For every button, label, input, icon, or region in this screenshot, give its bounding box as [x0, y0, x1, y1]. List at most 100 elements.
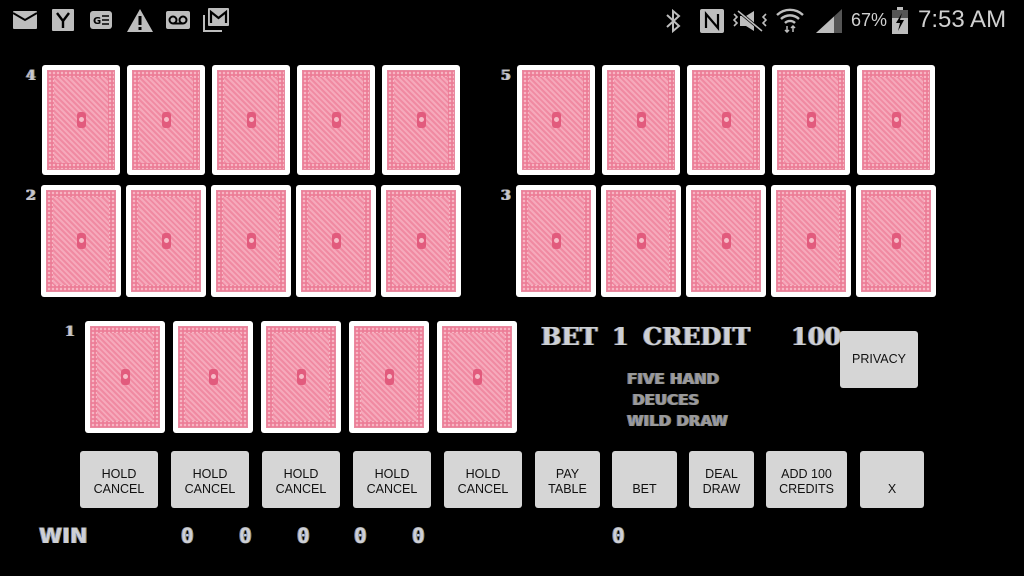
warning-icon: [127, 9, 153, 32]
card-emblem-icon: [296, 369, 306, 385]
card-back[interactable]: [772, 65, 850, 175]
card-emblem-icon: [384, 369, 394, 385]
card-emblem-icon: [120, 369, 130, 385]
card-back[interactable]: [127, 65, 205, 175]
bet-label: BET: [541, 322, 598, 351]
card-back[interactable]: [297, 65, 375, 175]
credit-label: CREDIT: [643, 322, 751, 351]
game-title-line-3: WILD DRAW: [627, 412, 728, 430]
card-emblem-icon: [636, 112, 646, 128]
button-label-line1: DEAL: [705, 466, 738, 481]
privacy-button-label: PRIVACY: [852, 352, 906, 366]
card-emblem-icon: [636, 233, 646, 249]
card-back[interactable]: [857, 65, 935, 175]
battery-percent: 67%: [851, 10, 888, 30]
button-label-line2: BET: [632, 481, 657, 496]
button-label-line2: CANCEL: [457, 481, 509, 496]
card-back[interactable]: [856, 185, 936, 297]
card-back[interactable]: [687, 65, 765, 175]
hold-cancel-button-4[interactable]: HOLD CANCEL: [353, 451, 431, 508]
bluetooth-icon: [666, 9, 681, 33]
button-label-line2: CANCEL: [184, 481, 236, 496]
hand-4-win: 0: [354, 524, 367, 548]
button-label-line2: CANCEL: [275, 481, 327, 496]
status-bar: G 67% 7:53 AM: [0, 0, 1024, 44]
bet-value: 1: [612, 322, 629, 351]
button-label-line2: CREDITS: [779, 481, 834, 496]
hold-cancel-button-1[interactable]: HOLD CANCEL: [80, 451, 158, 508]
privacy-button[interactable]: PRIVACY: [840, 331, 918, 388]
card-emblem-icon: [806, 233, 816, 249]
add-100-credits-button[interactable]: ADD 100 CREDITS: [766, 451, 847, 508]
card-back[interactable]: [517, 65, 595, 175]
game-title-line-1: FIVE HAND: [627, 370, 720, 388]
button-label-line1: HOLD: [101, 466, 137, 481]
deal-draw-button[interactable]: DEAL DRAW: [689, 451, 754, 508]
svg-text:G: G: [93, 16, 101, 27]
card-emblem-icon: [416, 112, 426, 128]
hand-2-win: 0: [239, 524, 252, 548]
nfc-icon: [700, 9, 724, 33]
card-back[interactable]: [381, 185, 461, 297]
wifi-icon: [776, 8, 804, 33]
card-back[interactable]: [686, 185, 766, 297]
hand-label-4: 4: [26, 68, 36, 84]
vibrate-mute-icon: [732, 9, 768, 33]
button-label-line2: CANCEL: [366, 481, 418, 496]
credit-value: 100: [791, 322, 842, 351]
card-emblem-icon: [472, 369, 482, 385]
card-back[interactable]: [261, 321, 341, 433]
hold-cancel-button-2[interactable]: HOLD CANCEL: [171, 451, 249, 508]
card-back[interactable]: [382, 65, 460, 175]
card-emblem-icon: [331, 112, 341, 128]
button-label-line1: ADD 100: [781, 466, 832, 481]
battery-charging-icon: [892, 7, 908, 34]
card-back[interactable]: [211, 185, 291, 297]
game-title: FIVE HAND DEUCES WILD DRAW: [627, 369, 728, 432]
hold-cancel-button-5[interactable]: HOLD CANCEL: [444, 451, 522, 508]
hand-label-3: 3: [501, 188, 511, 204]
win-label: WIN: [39, 524, 88, 548]
hold-cancel-button-3[interactable]: HOLD CANCEL: [262, 451, 340, 508]
card-emblem-icon: [246, 233, 256, 249]
yahoo-icon: [52, 9, 74, 31]
button-label-line1: PAY: [555, 466, 580, 481]
voicemail-icon: [166, 11, 190, 29]
card-back[interactable]: [296, 185, 376, 297]
card-back[interactable]: [771, 185, 851, 297]
button-label-line1: HOLD: [465, 466, 501, 481]
card-back[interactable]: [173, 321, 253, 433]
button-label-line2: X: [887, 481, 897, 496]
button-label-line1: HOLD: [374, 466, 410, 481]
card-back[interactable]: [41, 185, 121, 297]
button-label-line2: TABLE: [548, 481, 587, 496]
card-back[interactable]: [602, 65, 680, 175]
gmail-icon: [203, 8, 229, 32]
card-emblem-icon: [246, 112, 256, 128]
button-label-line2: CANCEL: [93, 481, 145, 496]
button-label-line1: HOLD: [192, 466, 228, 481]
card-emblem-icon: [161, 233, 171, 249]
card-emblem-icon: [806, 112, 816, 128]
card-emblem-icon: [551, 233, 561, 249]
hand-label-1: 1: [65, 324, 75, 340]
card-emblem-icon: [76, 233, 86, 249]
clock: 7:53 AM: [918, 6, 1007, 33]
bet-button[interactable]: BET: [612, 451, 677, 508]
card-back[interactable]: [437, 321, 517, 433]
card-back[interactable]: [349, 321, 429, 433]
card-emblem-icon: [891, 112, 901, 128]
card-back[interactable]: [601, 185, 681, 297]
hand-3-win: 0: [297, 524, 310, 548]
card-back[interactable]: [212, 65, 290, 175]
mail-icon: [13, 11, 37, 29]
pay-table-button[interactable]: PAY TABLE: [535, 451, 600, 508]
signal-icon: [816, 9, 842, 33]
card-back[interactable]: [42, 65, 120, 175]
card-back[interactable]: [126, 185, 206, 297]
game-title-line-2: DEUCES: [627, 391, 700, 409]
exit-button[interactable]: X: [860, 451, 924, 508]
card-back[interactable]: [516, 185, 596, 297]
card-back[interactable]: [85, 321, 165, 433]
card-emblem-icon: [208, 369, 218, 385]
